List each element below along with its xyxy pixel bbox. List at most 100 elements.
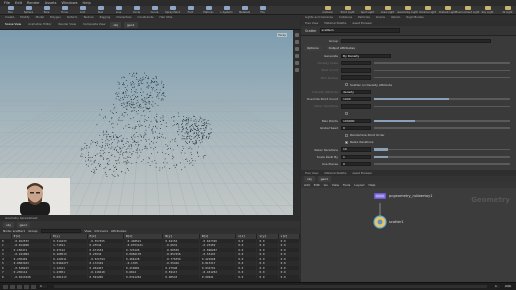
menu-item-edit[interactable]: Edit — [15, 1, 22, 5]
normals-icon[interactable] — [294, 61, 299, 65]
network-menu-help[interactable]: Help — [369, 183, 376, 187]
network-menu-edit[interactable]: Edit — [314, 183, 320, 187]
param-field[interactable]: density — [341, 89, 371, 95]
jump-end-icon[interactable] — [31, 284, 36, 289]
param-slider[interactable] — [374, 163, 510, 165]
param-checkbox[interactable] — [345, 133, 348, 137]
node-file-rubbertoy[interactable] — [374, 193, 386, 199]
network-menu-add[interactable]: Add — [304, 183, 310, 187]
node-name-field[interactable]: scatter1 — [319, 28, 400, 33]
tab-animation-editor[interactable]: Animation Editor — [26, 22, 53, 27]
section-tab-options[interactable]: Options — [304, 45, 322, 51]
param-checkbox[interactable] — [345, 83, 348, 87]
shelf-tool-l-system[interactable]: L-System — [219, 6, 234, 14]
param-field[interactable]: 0 — [341, 161, 371, 167]
param-field[interactable]: 0 — [341, 125, 371, 131]
network-editor[interactable]: Geometry pcgeometry_rubbertoy1 scatter1 — [301, 188, 516, 282]
sheet-path-obj[interactable]: obj — [3, 221, 14, 228]
shelf-tool-tube[interactable]: Tube — [39, 6, 54, 14]
shelf-tool-null[interactable]: Null — [93, 6, 108, 14]
shelf-tool-curve[interactable]: Curve — [147, 6, 162, 14]
param-field[interactable]: 1000 — [341, 96, 371, 102]
param-field[interactable] — [341, 104, 371, 109]
shelf-tool-torus[interactable]: Torus — [57, 6, 72, 14]
pane-tab-tree-view[interactable]: Tree View — [303, 21, 320, 26]
param-slider[interactable] — [374, 119, 510, 123]
network-menu-go[interactable]: Go — [324, 183, 328, 187]
shelf-tool-volume-light[interactable]: Volume Light — [419, 6, 436, 14]
shelf-tool-environment-light[interactable]: Environment Light — [456, 6, 479, 14]
param-field[interactable]: By Density — [341, 53, 391, 59]
viewport-path-geo[interactable]: geo1 — [124, 21, 138, 28]
shelf-tool-platonic[interactable]: Platonic — [201, 6, 216, 14]
menu-item-assets[interactable]: Assets — [45, 1, 57, 5]
shelf-tool-gi-light[interactable]: GI Light — [499, 6, 516, 14]
pane-tab-material-palette[interactable]: Material Palette — [322, 21, 348, 26]
group-field[interactable] — [341, 38, 491, 44]
shelf-tool-spray-paint[interactable]: Spray Paint — [165, 6, 180, 14]
param-field[interactable]: 10 — [341, 147, 371, 152]
pane-tab-material-palette[interactable]: Material Palette — [322, 171, 348, 176]
param-slider[interactable] — [374, 105, 510, 108]
menu-item-render[interactable]: Render — [27, 1, 40, 5]
shelf-tool-grid[interactable]: Grid — [75, 6, 90, 14]
shelf-tool-metaball[interactable]: Metaball — [237, 6, 252, 14]
shelf-tool-box[interactable]: Box — [3, 6, 18, 14]
network-menu-view[interactable]: View — [332, 183, 339, 187]
shelf-tool-spot-light[interactable]: Spot Light — [359, 6, 376, 14]
section-tab-output-attributes[interactable]: Output Attributes — [325, 45, 358, 51]
param-slider[interactable] — [374, 62, 510, 64]
menu-item-windows[interactable]: Windows — [61, 1, 77, 5]
points-icon[interactable] — [294, 54, 299, 58]
step-forward-icon[interactable] — [24, 284, 29, 289]
ghost-icon[interactable] — [294, 68, 299, 72]
tab-composite-view[interactable]: Composite View — [81, 22, 107, 27]
param-slider[interactable] — [374, 127, 510, 129]
param-field[interactable] — [341, 75, 371, 80]
shelf-tool-camera[interactable]: Camera — [319, 6, 336, 14]
shelf-tool-sphere[interactable]: Sphere — [21, 6, 36, 14]
shelf-tool-line[interactable]: Line — [111, 6, 126, 14]
play-icon[interactable] — [17, 284, 22, 289]
shelf-tool-circle[interactable]: Circle — [129, 6, 144, 14]
param-checkbox[interactable] — [345, 112, 348, 116]
menu-item-file[interactable]: File — [4, 1, 10, 5]
param-slider[interactable] — [374, 155, 510, 159]
start-frame-field[interactable]: 1 — [493, 284, 501, 289]
network-menu-tools[interactable]: Tools — [343, 183, 350, 187]
shelf-tool-geometry-light[interactable]: Geometry Light — [397, 6, 418, 14]
pane-tab-asset-browser[interactable]: Asset Browser — [350, 21, 374, 26]
frame-field[interactable]: 1 — [38, 284, 48, 289]
pane-tab-tree-view[interactable]: Tree View — [303, 171, 320, 176]
param-slider[interactable] — [374, 76, 510, 79]
param-checkbox[interactable] — [345, 140, 348, 144]
param-field[interactable]: 1 — [341, 154, 371, 159]
sheet-path-geo[interactable]: geo1 — [16, 221, 31, 228]
shelf-tool-font[interactable]: Font — [183, 6, 198, 14]
pane-tab-asset-browser[interactable]: Asset Browser — [350, 171, 374, 176]
tab-geometry-spreadsheet[interactable]: Geometry Spreadsheet — [3, 216, 39, 221]
sheet-group-field[interactable] — [41, 228, 82, 234]
wireframe-icon[interactable] — [294, 47, 299, 51]
step-back-icon[interactable] — [10, 284, 15, 289]
param-field[interactable]: 100000 — [341, 118, 371, 123]
param-slider[interactable] — [374, 148, 510, 151]
geometry-spreadsheet[interactable]: P[x] P[y] P[z] N[x] N[y] N[z] v[x] v[y] v[z] 0 -0… — [0, 234, 300, 282]
shelf-tool-sky-light[interactable]: Sky Light — [479, 6, 496, 14]
sheet-intrinsics-label[interactable]: Intrinsics — [94, 229, 108, 233]
jump-start-icon[interactable] — [3, 284, 8, 289]
menu-item-help[interactable]: Help — [83, 1, 91, 5]
shading-icon[interactable] — [294, 40, 299, 44]
param-field[interactable] — [341, 60, 371, 66]
tab-render-view[interactable]: Render View — [57, 22, 78, 27]
param-slider[interactable] — [374, 69, 510, 72]
viewport-path-obj[interactable]: obj — [110, 21, 122, 28]
sheet-view-label[interactable]: View — [84, 229, 91, 233]
shelf-tool-point-light[interactable]: Point Light — [339, 6, 356, 14]
param-field[interactable] — [341, 68, 371, 73]
shelf-tool-area-light[interactable]: Area Light — [379, 6, 396, 14]
shelf-tool-file[interactable]: File — [255, 6, 270, 14]
network-menu-layout[interactable]: Layout — [354, 183, 364, 187]
param-slider[interactable] — [374, 97, 510, 101]
tab-scene-view[interactable]: Scene View — [3, 22, 23, 27]
